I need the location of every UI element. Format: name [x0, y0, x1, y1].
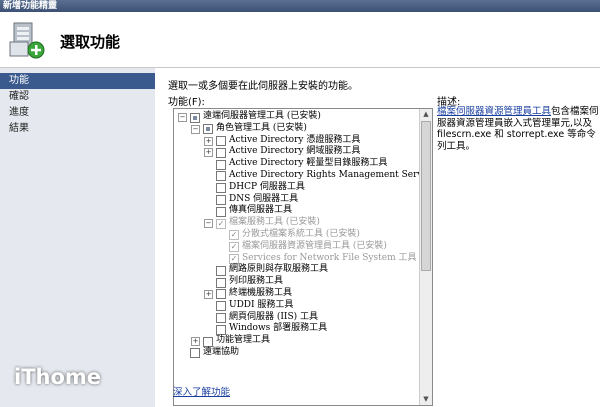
feature-checkbox[interactable]: ✓ [229, 230, 239, 241]
feature-label: Active Directory Rights Management Servi… [229, 169, 432, 180]
tree-row[interactable]: ✓ Services for Network File System 工具 (已安… [174, 253, 432, 265]
tree-row[interactable]: Active Directory Rights Management Servi… [174, 170, 432, 182]
description-text: 檔案伺服器資源管理員工具包含檔案伺服器資源管理員嵌入式管理單元,以及 files… [437, 106, 599, 152]
tree-row[interactable]: − 角色管理工具 (已安裝) [174, 123, 420, 135]
page-title: 選取功能 [60, 33, 121, 51]
collapse-icon[interactable]: − [178, 113, 187, 122]
feature-checkbox[interactable] [216, 313, 226, 324]
tree-row[interactable]: Windows 部署服務工具 [174, 323, 420, 335]
nav-item-3[interactable]: 結果 [0, 121, 155, 137]
feature-checkbox[interactable] [190, 112, 200, 123]
tree-row[interactable]: DNS 伺服器工具 [174, 194, 420, 206]
expand-icon[interactable]: + [191, 337, 200, 347]
feature-label: Active Directory 憑證服務工具 [229, 134, 361, 145]
scroll-thumb[interactable] [421, 121, 431, 271]
feature-checkbox[interactable] [216, 159, 226, 170]
feature-label: 角色管理工具 (已安裝) [216, 122, 307, 133]
feature-label: 列印服務工具 [229, 276, 284, 287]
feature-checkbox[interactable] [216, 206, 226, 217]
expand-icon[interactable]: + [204, 136, 213, 146]
tree-row[interactable]: Active Directory 輕量型目錄服務工具 [174, 158, 420, 170]
feature-checkbox[interactable]: ✓ [229, 242, 239, 253]
feature-label: Services for Network File System 工具 (已安裝… [242, 252, 433, 263]
tree-row[interactable]: DHCP 伺服器工具 [174, 182, 420, 194]
tree-row[interactable]: + 終端機服務工具 [174, 288, 420, 300]
feature-checkbox[interactable] [216, 324, 226, 335]
feature-label: Windows 部署服務工具 [229, 323, 328, 334]
feature-checkbox[interactable] [203, 336, 213, 347]
collapse-icon[interactable]: − [204, 219, 213, 229]
tree-row[interactable]: 遠端協助 [174, 347, 420, 359]
feature-checkbox[interactable] [216, 277, 226, 288]
feature-label: 終端機服務工具 [229, 287, 293, 298]
feature-label: 網路原則與存取服務工具 [229, 264, 329, 275]
feature-checkbox[interactable] [216, 171, 226, 182]
feature-checkbox[interactable] [216, 147, 226, 158]
tree-row[interactable]: 傳真伺服器工具 [174, 205, 420, 217]
feature-checkbox[interactable]: ✓ [216, 218, 226, 229]
feature-checkbox[interactable] [216, 265, 226, 276]
tree-row[interactable]: + Active Directory 憑證服務工具 [174, 135, 420, 147]
nav-item-2[interactable]: 進度 [0, 105, 155, 121]
tree-row[interactable]: ✓ 檔案伺服器資源管理員工具 (已安裝) [174, 241, 420, 253]
description-link[interactable]: 檔案伺服器資源管理員工具 [437, 106, 551, 117]
main-panel: 選取一或多個要在此伺服器上安裝的功能。 功能(F): − 遠端伺服器管理工具 (已… [163, 68, 600, 407]
wizard-steps-nav: 功能 確認 進度 結果 [0, 68, 155, 407]
feature-label: UDDI 服務工具 [229, 299, 294, 310]
tree-row[interactable]: 列印服務工具 [174, 276, 420, 288]
feature-checkbox[interactable] [216, 289, 226, 300]
feature-label: DNS 伺服器工具 [229, 193, 299, 204]
feature-label: Active Directory 網域服務工具 [229, 146, 361, 157]
feature-label: 傳真伺服器工具 [229, 205, 293, 216]
feature-label: 檔案服務工具 (已安裝) [229, 217, 320, 228]
scroll-up-icon[interactable]: ▲ [420, 109, 432, 120]
feature-label: 分散式檔案系統工具 (已安裝) [242, 228, 360, 239]
feature-checkbox[interactable] [216, 136, 226, 147]
feature-checkbox[interactable] [216, 195, 226, 206]
feature-checkbox[interactable] [216, 301, 226, 312]
tree-row[interactable]: − 遠端伺服器管理工具 (已安裝) [174, 111, 420, 123]
window-titlebar[interactable]: 新增功能精靈 [0, 0, 600, 12]
features-tree[interactable]: − 遠端伺服器管理工具 (已安裝) − 角色管理工具 (已安裝) + Active Dir… [173, 108, 433, 406]
feature-label: 檔案伺服器資源管理員工具 (已安裝) [242, 240, 387, 251]
feature-label: 遠端協助 [203, 346, 240, 357]
expand-icon[interactable]: + [204, 148, 213, 158]
feature-checkbox[interactable]: ✓ [229, 254, 239, 265]
tree-row[interactable]: + 功能管理工具 [174, 335, 420, 347]
feature-label: Active Directory 輕量型目錄服務工具 [229, 158, 388, 169]
feature-label: 網頁伺服器 (IIS) 工具 [229, 311, 319, 322]
scroll-down-icon[interactable]: ▼ [420, 394, 432, 405]
tree-row[interactable]: ✓ 分散式檔案系統工具 (已安裝) [174, 229, 420, 241]
feature-checkbox[interactable] [203, 124, 213, 135]
tree-row[interactable]: − ✓ 檔案服務工具 (已安裝) [174, 217, 420, 229]
feature-label: 功能管理工具 [216, 335, 271, 346]
tree-row[interactable]: UDDI 服務工具 [174, 300, 420, 312]
window-title: 新增功能精靈 [3, 1, 58, 11]
features-label: 功能(F): [168, 97, 205, 108]
nav-item-1[interactable]: 確認 [0, 89, 155, 105]
learn-more-link[interactable]: 深入了解功能 [173, 384, 230, 398]
wizard-header: 選取功能 [0, 12, 600, 68]
feature-label: 遠端伺服器管理工具 (已安裝) [203, 111, 321, 121]
tree-row[interactable]: 網頁伺服器 (IIS) 工具 [174, 312, 420, 324]
intro-text: 選取一或多個要在此伺服器上安裝的功能。 [168, 81, 358, 92]
feature-checkbox[interactable] [190, 348, 200, 359]
feature-checkbox[interactable] [216, 183, 226, 194]
watermark-logo: iThome [14, 365, 102, 389]
tree-row[interactable]: + Active Directory 網域服務工具 [174, 146, 420, 158]
server-add-icon [8, 20, 46, 60]
collapse-icon[interactable]: − [191, 124, 200, 134]
feature-label: DHCP 伺服器工具 [229, 181, 305, 192]
tree-row[interactable]: 網路原則與存取服務工具 [174, 264, 420, 276]
nav-item-0[interactable]: 功能 [0, 73, 155, 89]
expand-icon[interactable]: + [204, 289, 213, 299]
tree-scrollbar[interactable]: ▲ ▼ [419, 109, 432, 405]
